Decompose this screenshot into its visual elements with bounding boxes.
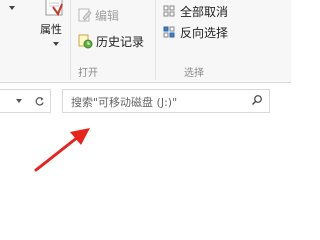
red-arrow-annotation xyxy=(34,128,90,172)
explorer-window: 属性 编辑 历史记录 打开 全部取消 反向选择 选择 搜索"可移动磁盘 (J:)… xyxy=(0,0,291,203)
ribbon: 属性 编辑 历史记录 打开 全部取消 反向选择 选择 xyxy=(0,0,291,83)
history-button[interactable]: 历史记录 xyxy=(96,35,144,49)
group-separator xyxy=(155,0,156,80)
properties-button-label[interactable]: 属性 xyxy=(40,21,62,37)
search-input[interactable]: 搜索"可移动磁盘 (J:)" xyxy=(62,89,270,113)
search-icon[interactable] xyxy=(251,94,263,106)
select-none-button[interactable]: 全部取消 xyxy=(180,5,228,19)
refresh-icon xyxy=(35,96,44,106)
search-placeholder: 搜索"可移动磁盘 (J:)" xyxy=(71,96,178,109)
edit-button[interactable]: 编辑 xyxy=(95,9,119,23)
edit-icon xyxy=(78,8,92,22)
properties-icon[interactable] xyxy=(43,0,67,18)
refresh-button[interactable] xyxy=(28,89,51,113)
invert-selection-icon xyxy=(163,26,175,38)
address-bar-dropdown[interactable] xyxy=(0,89,29,113)
invert-selection-button[interactable]: 反向选择 xyxy=(180,26,228,40)
open-group-label: 打开 xyxy=(78,68,98,79)
dropdown-arrow-icon[interactable] xyxy=(9,6,15,10)
chevron-down-icon[interactable] xyxy=(53,42,59,46)
group-separator xyxy=(70,0,71,80)
select-none-icon xyxy=(163,5,175,17)
chevron-down-icon[interactable] xyxy=(16,99,22,103)
history-icon xyxy=(78,34,93,49)
select-group-label: 选择 xyxy=(184,68,204,79)
